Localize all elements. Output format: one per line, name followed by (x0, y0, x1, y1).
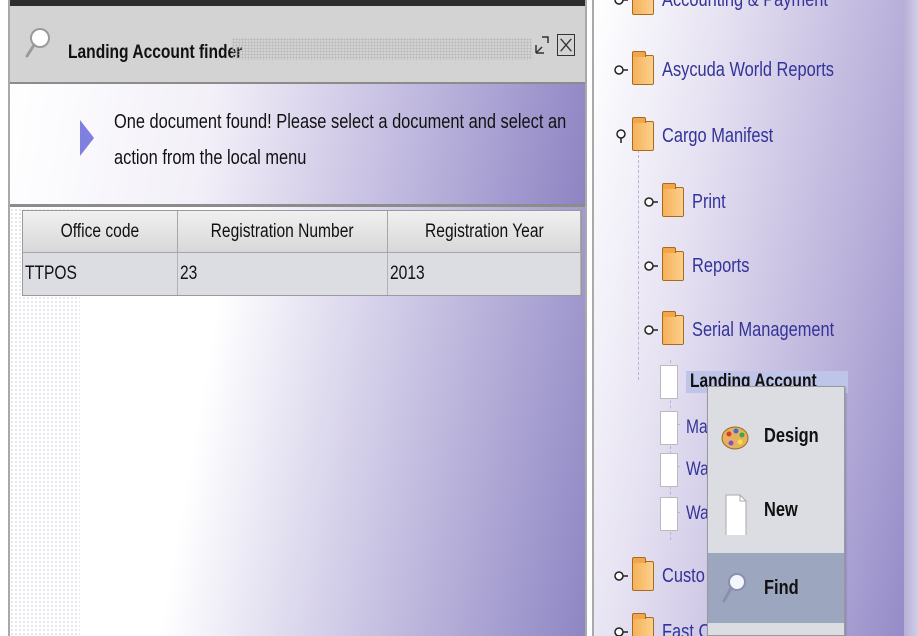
tree-node-label: Asycuda World Reports (662, 58, 834, 81)
table-row[interactable]: TTPOS 23 2013 (23, 253, 581, 295)
document-icon (725, 494, 747, 535)
column-header-registration-year[interactable]: Registration Year (388, 211, 581, 253)
document-icon (660, 497, 678, 531)
expand-icon[interactable] (614, 63, 628, 77)
expand-icon[interactable] (644, 195, 658, 209)
finder-title-bar: Landing Account finder (10, 6, 585, 84)
folder-icon (632, 557, 654, 591)
tree-node-label: Print (692, 190, 726, 213)
collapse-icon[interactable] (614, 129, 628, 143)
tree-node-fast[interactable]: Fast C (614, 612, 721, 636)
column-header-registration-number[interactable]: Registration Number (178, 211, 388, 253)
folder-icon (632, 117, 654, 151)
menu-item-label: Design (764, 424, 819, 447)
tree-leaf-wa-1[interactable]: Wa (660, 450, 714, 490)
restore-window-icon[interactable] (533, 34, 551, 56)
cell-office-code[interactable]: TTPOS (23, 253, 178, 295)
cell-registration-number[interactable]: 23 (178, 253, 388, 295)
result-message: One document found! Please select a docu… (114, 111, 567, 169)
tree-node-print[interactable]: Print (644, 182, 733, 222)
folder-icon (662, 247, 684, 281)
tree-node-label: Reports (692, 254, 750, 277)
result-message-panel: One document found! Please select a docu… (10, 84, 585, 207)
folder-icon (662, 183, 684, 217)
tree-node-label: Cargo Manifest (662, 124, 774, 147)
close-window-icon[interactable] (557, 34, 575, 56)
cell-registration-year[interactable]: 2013 (388, 253, 581, 295)
folder-icon (632, 0, 654, 15)
expand-icon[interactable] (614, 569, 628, 583)
expand-icon[interactable] (614, 0, 628, 7)
tree-node-reports[interactable]: Reports (644, 246, 762, 286)
tree-leaf-ma[interactable]: Ma (660, 408, 712, 448)
magnifier-icon (722, 573, 746, 603)
context-menu: Design New Find (707, 386, 845, 636)
expand-icon[interactable] (644, 259, 658, 273)
table-header: Office code Registration Number Registra… (23, 211, 581, 253)
tree-node-asycuda-world-reports[interactable]: Asycuda World Reports (614, 50, 872, 90)
title-bar-grip (232, 38, 532, 60)
tree-node-accounting-payment[interactable]: Accounting & Payment (614, 0, 864, 20)
menu-item-label: New (764, 498, 798, 521)
info-arrow-icon (80, 120, 94, 156)
document-icon (660, 365, 678, 399)
tree-node-cargo-manifest[interactable]: Cargo Manifest (614, 116, 798, 156)
document-icon (660, 411, 678, 445)
folder-icon (662, 311, 684, 345)
tree-leaf-wa-2[interactable]: Wa (660, 494, 714, 534)
tree-connector (638, 150, 639, 380)
menu-item-label: Find (764, 576, 799, 599)
column-header-office-code[interactable]: Office code (23, 211, 178, 253)
palette-icon (721, 426, 749, 450)
menu-item-find[interactable]: Find (708, 553, 844, 623)
expand-icon[interactable] (644, 323, 658, 337)
menu-item-design[interactable]: Design (708, 401, 844, 471)
landing-account-finder-window: Landing Account finder One document foun… (8, 0, 587, 636)
folder-icon (632, 613, 654, 636)
magnifier-icon (25, 28, 50, 58)
folder-icon (632, 51, 654, 85)
menu-item-new[interactable]: New (708, 475, 844, 545)
document-icon (660, 453, 678, 487)
tree-node-label: Accounting & Payment (662, 0, 864, 12)
expand-icon[interactable] (614, 625, 628, 636)
tree-node-serial-management[interactable]: Serial Management (644, 310, 865, 350)
tree-scrollbar[interactable] (904, 0, 918, 636)
tree-node-label: Serial Management (692, 318, 835, 341)
results-table: Office code Registration Number Registra… (22, 210, 582, 296)
tree-node-customs[interactable]: Custo (614, 556, 714, 596)
